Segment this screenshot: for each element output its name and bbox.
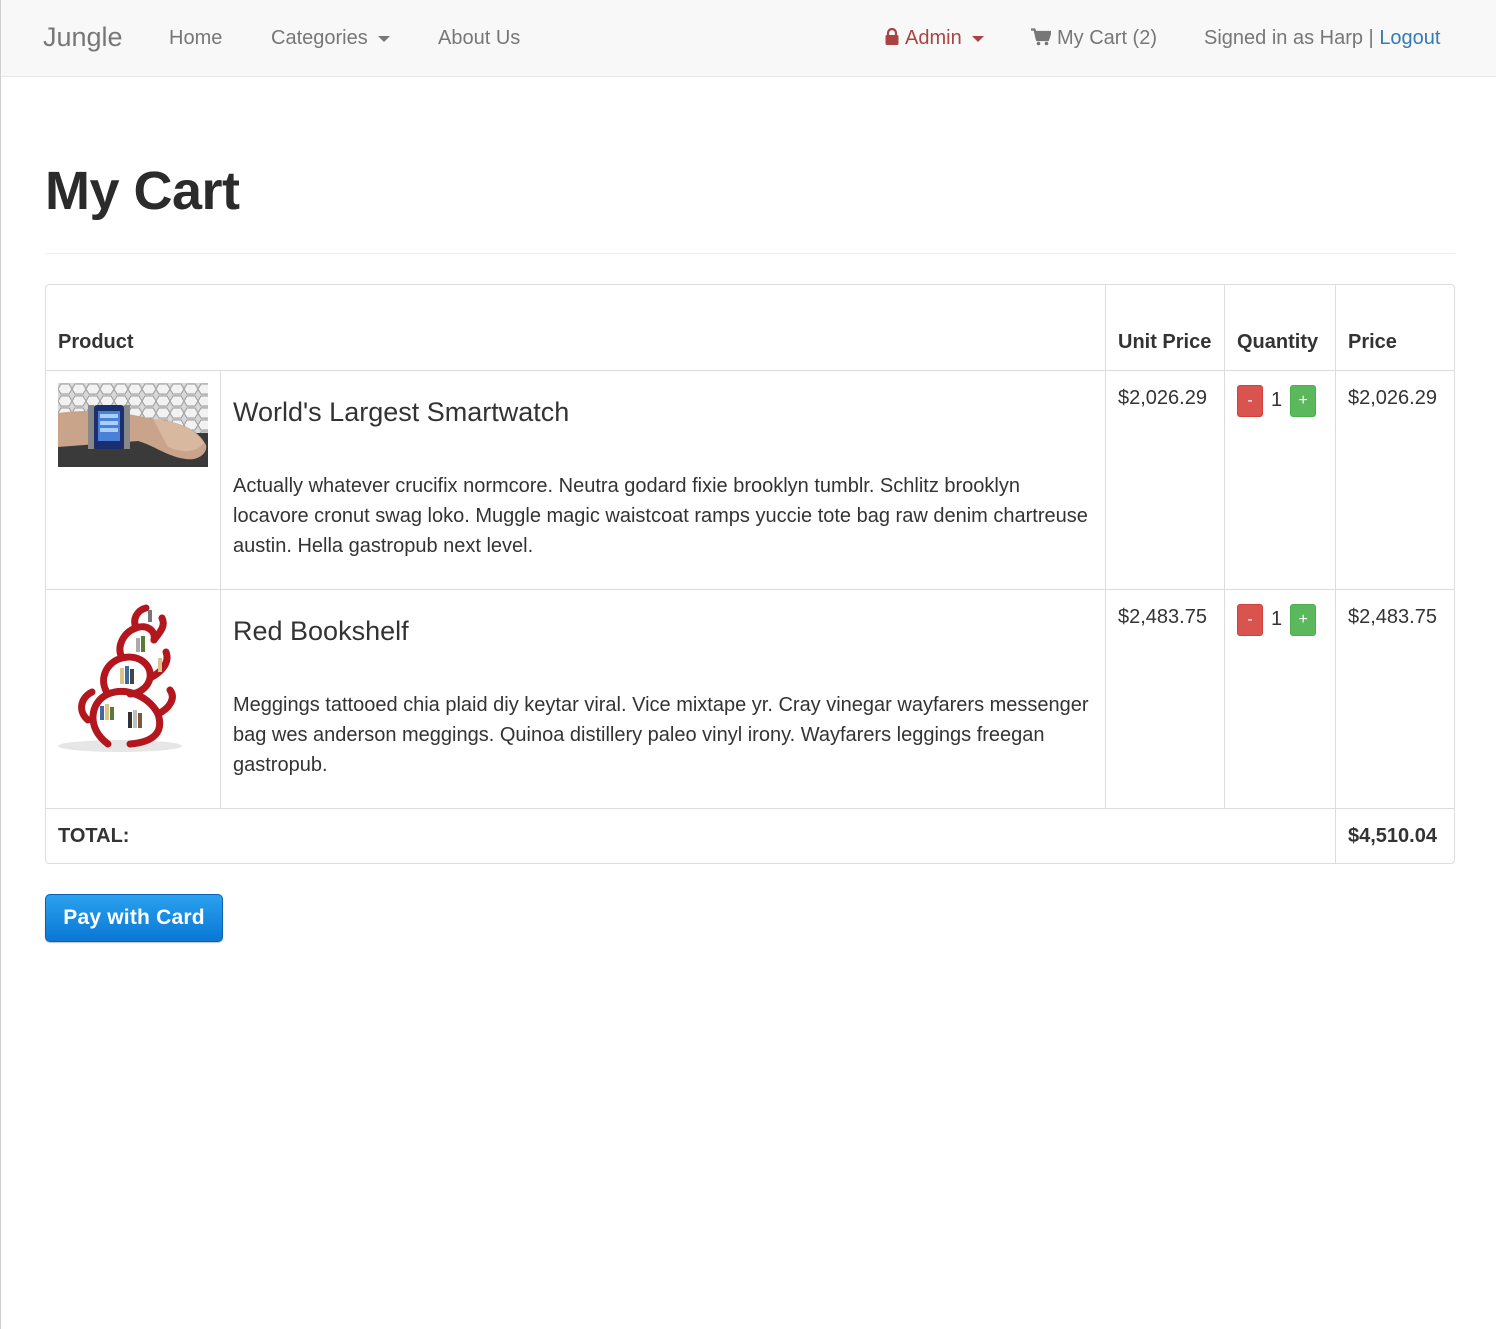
table-row: World's Largest Smartwatch Actually what… [46, 370, 1454, 590]
line-price: $2,026.29 [1335, 370, 1454, 590]
header-price: Price [1335, 285, 1454, 371]
header-product: Product [46, 285, 1106, 371]
logout-link[interactable]: Logout [1379, 27, 1440, 49]
signed-in-text: Signed in as Harp [1204, 27, 1363, 49]
caret-down-icon [377, 35, 390, 42]
total-row: TOTAL: $4,510.04 [46, 808, 1454, 863]
cart-table: Product Unit Price Quantity Price World'… [45, 284, 1455, 864]
page-title: My Cart [45, 161, 240, 221]
nav-cart-label: My Cart (2) [1057, 27, 1157, 49]
product-description: Meggings tattooed chia plaid diy keytar … [233, 694, 1089, 776]
quantity-stepper: -1 + [1224, 589, 1336, 809]
decrease-quantity-button[interactable]: - [1237, 385, 1263, 417]
nav-categories-dropdown[interactable]: Categories [271, 27, 390, 50]
nav-about-link[interactable]: About Us [438, 27, 520, 50]
product-info-cell: Red Bookshelf Meggings tattooed chia pla… [220, 589, 1106, 809]
product-image-cell [46, 370, 221, 590]
product-image-cell [46, 589, 221, 809]
bookshelf-product-image[interactable] [58, 602, 208, 752]
product-info-cell: World's Largest Smartwatch Actually what… [220, 370, 1106, 590]
increase-quantity-button[interactable]: + [1290, 385, 1317, 417]
total-label: TOTAL: [46, 808, 1336, 863]
title-divider [45, 253, 1455, 254]
increase-quantity-button[interactable]: + [1290, 604, 1317, 636]
pay-with-card-button[interactable]: Pay with Card [45, 894, 223, 942]
brand-logo[interactable]: Jungle [43, 22, 123, 53]
navbar: Jungle Home Categories About Us Admin My… [1, 0, 1496, 77]
table-row: Red Bookshelf Meggings tattooed chia pla… [46, 589, 1454, 809]
unit-price: $2,026.29 [1105, 370, 1225, 590]
nav-home-link[interactable]: Home [169, 27, 222, 50]
nav-admin-label: Admin [905, 27, 962, 49]
quantity-value: 1 [1271, 389, 1283, 411]
nav-categories-label: Categories [271, 27, 368, 49]
smartwatch-product-image[interactable] [58, 383, 208, 467]
unit-price: $2,483.75 [1105, 589, 1225, 809]
nav-cart-link[interactable]: My Cart (2) [1031, 27, 1157, 50]
header-quantity: Quantity [1224, 285, 1336, 371]
product-name[interactable]: Red Bookshelf [233, 614, 1093, 648]
nav-separator: | [1368, 27, 1374, 49]
product-description: Actually whatever crucifix normcore. Neu… [233, 475, 1088, 557]
line-price: $2,483.75 [1335, 589, 1454, 809]
shopping-cart-icon [1031, 28, 1051, 46]
decrease-quantity-button[interactable]: - [1237, 604, 1263, 636]
quantity-stepper: -1 + [1224, 370, 1336, 590]
product-name[interactable]: World's Largest Smartwatch [233, 395, 1093, 429]
user-status: Signed in as Harp | Logout [1204, 27, 1440, 50]
total-value: $4,510.04 [1335, 808, 1454, 863]
lock-icon [885, 28, 899, 45]
quantity-value: 1 [1271, 608, 1283, 630]
header-unit-price: Unit Price [1105, 285, 1225, 371]
caret-down-icon [971, 35, 984, 42]
nav-admin-dropdown[interactable]: Admin [885, 27, 984, 50]
table-header-row: Product Unit Price Quantity Price [46, 285, 1454, 371]
